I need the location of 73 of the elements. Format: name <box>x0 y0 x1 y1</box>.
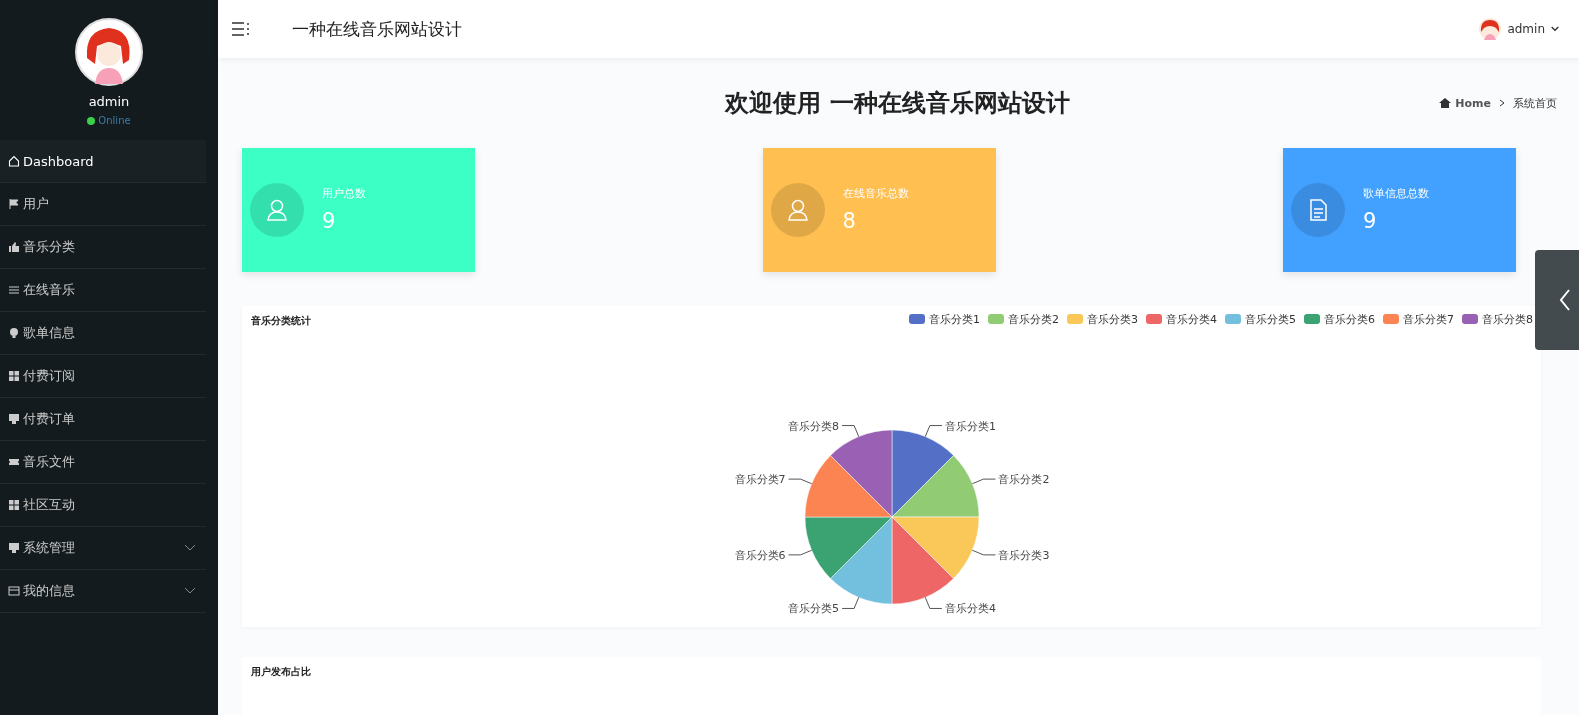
legend-item[interactable]: 音乐分类4 <box>1146 311 1217 327</box>
user-name: admin <box>88 94 130 109</box>
sidebar-item[interactable]: 歌单信息 <box>0 312 206 355</box>
leader-line <box>971 549 996 556</box>
sidebar-item[interactable]: 付费订阅 <box>0 355 206 398</box>
thumb-icon <box>8 241 20 253</box>
document-icon <box>1291 182 1345 237</box>
stat-value: 9 <box>1363 209 1378 234</box>
card-icon <box>8 585 20 597</box>
sliders-icon <box>8 284 20 296</box>
stat-label: 歌单信息总数 <box>1363 186 1429 202</box>
chevron-icon <box>184 587 196 595</box>
slice-label: 音乐分类3 <box>998 548 1050 562</box>
avatar <box>1479 18 1502 41</box>
bulb-icon <box>8 327 20 339</box>
sidebar-item[interactable]: 付费订单 <box>0 398 206 441</box>
caret-icon <box>1551 25 1559 34</box>
legend-item[interactable]: 音乐分类5 <box>1225 311 1296 327</box>
monitor-icon <box>8 542 20 554</box>
sidebar-item[interactable]: 我的信息 <box>0 570 206 613</box>
separator-icon <box>1499 99 1505 108</box>
slice-label: 音乐分类7 <box>734 472 786 486</box>
leader-line <box>788 478 813 484</box>
stat-label: 用户总数 <box>322 186 366 202</box>
stat-label: 在线音乐总数 <box>842 186 909 202</box>
sidebar-item[interactable]: 用户 <box>0 183 206 226</box>
status-dot <box>87 116 96 125</box>
chevron-icon <box>184 544 196 552</box>
sidebar-item[interactable]: 音乐文件 <box>0 441 206 484</box>
breadcrumb-home[interactable]: Home <box>1439 96 1491 110</box>
menu-icon[interactable] <box>232 21 250 38</box>
app-title: 一种在线音乐网站设计 <box>292 17 463 41</box>
panel-title: 音乐分类统计 <box>250 313 312 328</box>
home-icon <box>1439 97 1452 110</box>
legend-item[interactable]: 音乐分类1 <box>909 311 980 327</box>
user-menu[interactable]: admin <box>1479 18 1559 41</box>
stat-value: 8 <box>842 209 857 234</box>
user-icon <box>250 182 304 237</box>
slice-label: 音乐分类5 <box>788 602 840 616</box>
slice-label: 音乐分类4 <box>944 602 996 616</box>
leader-line <box>924 596 943 609</box>
grid-icon <box>8 499 20 511</box>
stat-value: 9 <box>322 209 337 234</box>
sidebar-item[interactable]: 音乐分类 <box>0 226 206 269</box>
slice-label: 音乐分类2 <box>998 472 1050 486</box>
sidebar-item[interactable]: 社区互动 <box>0 484 206 527</box>
avatar <box>75 18 143 86</box>
sidebar-item[interactable]: 在线音乐 <box>0 269 206 312</box>
chevron-icon <box>1559 289 1571 311</box>
legend-item[interactable]: 音乐分类6 <box>1304 311 1375 327</box>
flag-icon <box>8 198 20 210</box>
leader-line <box>924 424 943 437</box>
monitor-icon <box>8 413 20 425</box>
ticket-icon <box>8 456 20 468</box>
home-icon <box>8 155 20 167</box>
legend-item[interactable]: 音乐分类2 <box>988 311 1059 327</box>
slice-label: 音乐分类8 <box>788 419 840 433</box>
leader-line <box>788 549 813 556</box>
legend-item[interactable]: 音乐分类8 <box>1462 311 1533 327</box>
panel-title: 用户发布占比 <box>250 664 312 679</box>
legend-item[interactable]: 音乐分类7 <box>1383 311 1454 327</box>
slice-label: 音乐分类1 <box>944 419 996 433</box>
leader-line <box>971 478 996 484</box>
slice-label: 音乐分类6 <box>734 548 786 562</box>
breadcrumb-current: 系统首页 <box>1513 95 1557 111</box>
status-text: Online <box>98 115 131 126</box>
leader-line <box>841 424 860 437</box>
legend-item[interactable]: 音乐分类3 <box>1067 311 1138 327</box>
sidebar-item[interactable]: Dashboard <box>0 140 206 183</box>
leader-line <box>841 596 860 609</box>
grid-icon <box>8 370 20 382</box>
page-title: 欢迎使用 一种在线音乐网站设计 <box>723 88 1071 120</box>
sidebar-item[interactable]: 系统管理 <box>0 527 206 570</box>
